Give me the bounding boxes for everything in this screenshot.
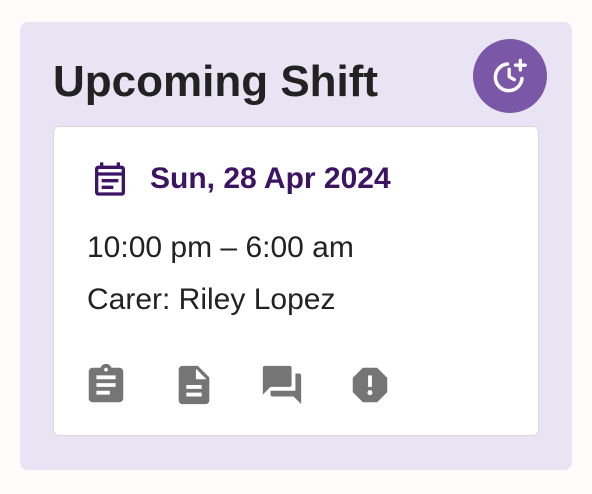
upcoming-shift-panel: Upcoming Shift Sun, 28 Apr 2024 10:00 pm… (20, 22, 572, 470)
alert-icon (352, 367, 388, 403)
shift-actions (82, 361, 394, 409)
shift-date-row: Sun, 28 Apr 2024 (90, 159, 391, 199)
shift-date: Sun, 28 Apr 2024 (150, 162, 391, 195)
panel-title: Upcoming Shift (53, 57, 379, 106)
shift-card[interactable]: Sun, 28 Apr 2024 10:00 pm – 6:00 am Care… (53, 126, 539, 436)
add-shift-button[interactable] (473, 39, 547, 113)
calendar-icon (95, 162, 125, 196)
chat-button[interactable] (258, 361, 306, 409)
schedule-add-icon (493, 58, 527, 93)
shift-time-range: 10:00 pm – 6:00 am (87, 231, 354, 264)
document-button[interactable] (170, 361, 218, 409)
alert-button[interactable] (346, 361, 394, 409)
clipboard-icon (88, 363, 124, 403)
document-icon (178, 365, 210, 405)
carer-name: Carer: Riley Lopez (87, 283, 336, 316)
clipboard-button[interactable] (82, 361, 130, 409)
chat-icon (262, 365, 302, 405)
